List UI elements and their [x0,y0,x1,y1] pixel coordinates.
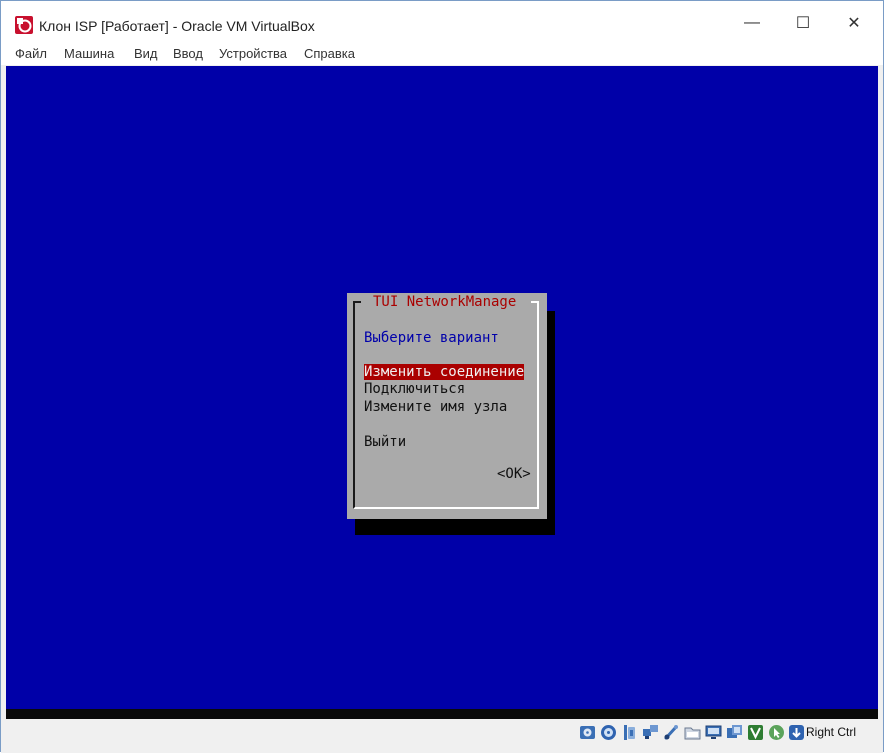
window-title: Клон ISP [Работает] - Oracle VM VirtualB… [39,18,315,34]
audio-icon[interactable] [621,724,638,741]
close-button[interactable]: ✕ [831,9,877,37]
ok-button[interactable]: <OK> [497,466,531,482]
network-icon[interactable] [642,724,659,741]
vt-x-icon[interactable] [747,724,764,741]
dialog-frame-corner-right [531,301,539,303]
vm-screen[interactable]: TUI NetworkManage Выберите вариант Измен… [6,66,878,709]
menu-input[interactable]: Ввод [173,46,203,61]
usb-icon[interactable] [663,724,680,741]
title-bar[interactable]: Клон ISP [Работает] - Oracle VM VirtualB… [1,1,883,41]
option-activate-connection[interactable]: Подключиться [364,381,465,397]
mouse-integration-icon[interactable] [768,724,785,741]
menu-view[interactable]: Вид [134,46,158,61]
option-set-hostname[interactable]: Измените имя узла [364,399,507,415]
keyboard-capture-icon[interactable] [788,724,805,741]
menu-machine[interactable]: Машина [64,46,114,61]
hard-disk-icon[interactable] [579,724,596,741]
menu-help[interactable]: Справка [304,46,355,61]
dialog-title: TUI NetworkManage [373,294,517,310]
menu-bar: Файл Машина Вид Ввод Устройства Справка [1,41,883,65]
minimize-button[interactable]: — [729,9,775,37]
shared-folders-icon[interactable] [684,724,701,741]
dialog-frame-corner-left [353,301,361,303]
maximize-icon: ☐ [795,15,811,32]
menu-file[interactable]: Файл [15,46,47,61]
option-edit-connection[interactable]: Изменить соединение [364,364,525,380]
option-quit[interactable]: Выйти [364,434,406,450]
maximize-button[interactable]: ☐ [780,9,826,37]
dialog-prompt: Выберите вариант [364,330,499,346]
vm-screen-bottom-edge [6,709,878,719]
virtualbox-app-icon [15,16,33,34]
status-bar: Right Ctrl [1,719,883,753]
minimize-icon: — [744,14,760,31]
optical-drive-icon[interactable] [600,724,617,741]
virtualbox-window: Клон ISP [Работает] - Oracle VM VirtualB… [0,0,884,753]
host-key-label: Right Ctrl [806,725,857,739]
menu-devices[interactable]: Устройства [219,46,287,61]
display-icon[interactable] [705,724,722,741]
close-icon: ✕ [847,15,861,32]
nmtui-dialog: TUI NetworkManage Выберите вариант Измен… [347,293,547,519]
video-capture-icon[interactable] [726,724,743,741]
